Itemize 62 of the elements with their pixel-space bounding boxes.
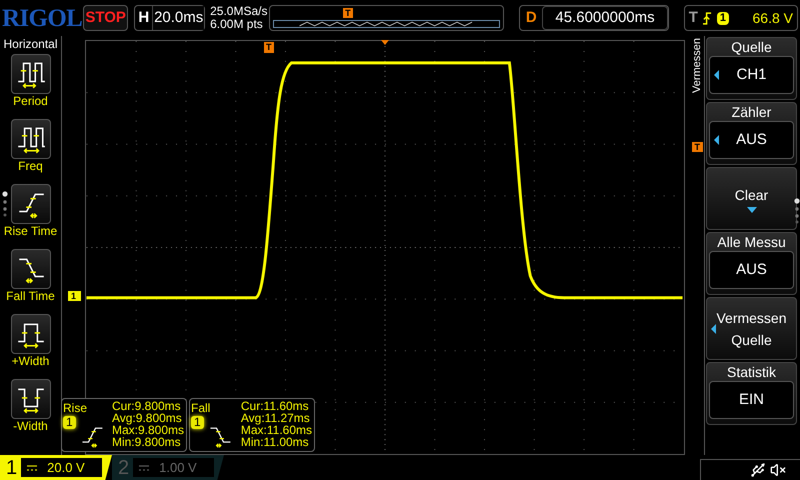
- trigger-label: T: [688, 8, 698, 28]
- memory-depth: 6.00M pts: [210, 18, 264, 31]
- usb-icon: [750, 462, 766, 478]
- measurement-statistic: Avg:9.800ms: [112, 412, 183, 424]
- page-indicator-icon: [2, 191, 8, 217]
- rising-edge-icon: [702, 12, 712, 24]
- measurement-button[interactable]: Rise Time: [4, 181, 58, 246]
- trigger-source-badge: 1: [716, 12, 730, 24]
- measurement-statistic: Min:9.800ms: [112, 436, 182, 448]
- option-title: Alle Messu: [717, 233, 786, 251]
- sample-rate: 25.0MSa/s: [210, 5, 266, 18]
- channel-scale: 20.0 V: [21, 458, 102, 477]
- trigger-level-marker: T: [692, 142, 703, 152]
- caret-down-icon: [746, 207, 756, 213]
- measurement-statistic: Max:9.800ms: [112, 424, 184, 436]
- menu-button[interactable]: Clear: [706, 167, 797, 230]
- channel-scale: 1.00 V: [133, 458, 214, 477]
- delay-value: 45.6000000ms: [542, 6, 668, 30]
- channel-badge: 1: [63, 416, 76, 429]
- dc-coupling-icon: [139, 464, 150, 470]
- option-title: Zähler: [732, 103, 772, 121]
- measurement-name: Fall: [191, 402, 212, 414]
- measurement-statistic: Min:11.00ms: [240, 436, 310, 448]
- trigger-level: 66.8 V: [752, 8, 793, 28]
- option-value-button[interactable]: CH1: [709, 56, 794, 94]
- delay-label: D: [524, 8, 538, 28]
- arrow-left-icon: [714, 135, 719, 145]
- trigger-position-marker: T: [343, 8, 353, 18]
- menu-title: Horizontal: [3, 37, 58, 51]
- measurement-name: Rise: [63, 402, 88, 414]
- page-indicator-icon: [794, 198, 800, 224]
- dc-coupling-icon: [27, 464, 38, 470]
- channel-marker: 1: [68, 291, 82, 301]
- horizontal-label: H: [137, 8, 150, 28]
- option-value-button[interactable]: AUS: [709, 251, 794, 289]
- arrow-left-icon: [711, 324, 716, 334]
- channel-number: 1: [6, 458, 18, 478]
- center-marker-icon: [381, 40, 389, 45]
- menu-tab[interactable]: Vermessen: [690, 38, 704, 94]
- channel-badge: 1: [191, 416, 204, 429]
- menu-button[interactable]: Vermessen Quelle: [706, 297, 797, 360]
- arrow-left-icon: [714, 70, 719, 80]
- measurement-statistic: Avg:11.27ms: [240, 412, 311, 424]
- channel-tab[interactable]: 1 20.0 V: [0, 455, 112, 480]
- timebase-value: 20.0ms: [152, 6, 204, 30]
- button-label: Quelle: [731, 330, 772, 350]
- mute-icon: [770, 462, 786, 478]
- option-value-button[interactable]: EIN: [709, 381, 794, 419]
- memory-waveform-icon: [273, 20, 500, 28]
- button-label: Clear: [734, 186, 768, 205]
- measurement-statistic: Cur:9.800ms: [112, 400, 182, 412]
- channel-number: 2: [118, 458, 130, 478]
- brand-logo: RIGOL: [2, 6, 80, 30]
- trigger-position-marker: T: [264, 42, 274, 53]
- channel-tab[interactable]: 2 1.00 V: [112, 455, 224, 480]
- option-value-button[interactable]: AUS: [709, 121, 794, 159]
- run-stop-button[interactable]: STOP: [83, 5, 128, 31]
- button-label: Vermessen: [716, 308, 787, 328]
- option-title: Quelle: [731, 38, 772, 56]
- measurement-statistic: Max:11.60ms: [240, 424, 312, 436]
- option-title: Statistik: [726, 363, 776, 381]
- measurement-statistic: Cur:11.60ms: [240, 400, 310, 412]
